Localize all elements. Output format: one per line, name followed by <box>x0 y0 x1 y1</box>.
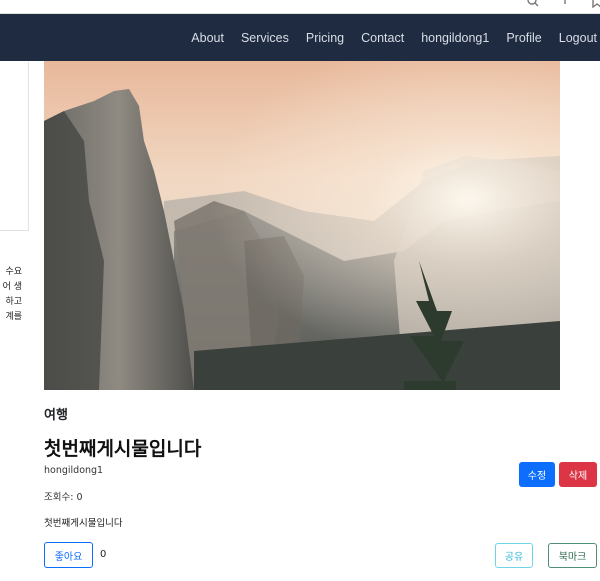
like-button[interactable]: 좋아요 <box>44 542 93 568</box>
edit-button[interactable]: 수정 <box>519 462 555 487</box>
navbar: About Services Pricing Contact hongildon… <box>0 14 600 61</box>
search-icon[interactable] <box>526 0 540 8</box>
previous-card-text-line: 수요 <box>5 267 22 277</box>
nav-link-username[interactable]: hongildong1 <box>421 31 489 45</box>
nav-link-about[interactable]: About <box>191 31 224 45</box>
post-hero-image <box>44 61 560 390</box>
nav-link-logout[interactable]: Logout <box>559 31 597 45</box>
post-body: 첫번째게시물입니다 <box>44 518 123 529</box>
previous-card-edge <box>0 62 29 231</box>
post-category: 여행 <box>44 408 68 423</box>
nav-link-pricing[interactable]: Pricing <box>306 31 344 45</box>
post-author: hongildong1 <box>44 465 104 476</box>
previous-card-text-line: 어 생 <box>2 282 22 292</box>
bookmark-button[interactable]: 북마크 <box>548 543 597 568</box>
like-count: 0 <box>100 549 107 560</box>
post-title: 첫번째게시물입니다 <box>44 438 202 460</box>
share-button[interactable]: 공유 <box>495 543 533 568</box>
delete-button[interactable]: 삭제 <box>559 462 597 487</box>
bookmark-icon[interactable] <box>590 0 600 8</box>
previous-card-text: 수요 어 생 하고 계를 <box>0 265 22 325</box>
previous-card-text-line: 하고 <box>5 297 22 307</box>
previous-card-text-line: 계를 <box>5 312 22 322</box>
browser-chrome <box>0 0 600 14</box>
nav-link-services[interactable]: Services <box>241 31 289 45</box>
nav-link-contact[interactable]: Contact <box>361 31 404 45</box>
share-icon[interactable] <box>558 0 572 8</box>
nav-links: About Services Pricing Contact hongildon… <box>174 14 597 61</box>
nav-link-profile[interactable]: Profile <box>506 31 541 45</box>
post-view-count: 조회수: 0 <box>44 492 83 503</box>
